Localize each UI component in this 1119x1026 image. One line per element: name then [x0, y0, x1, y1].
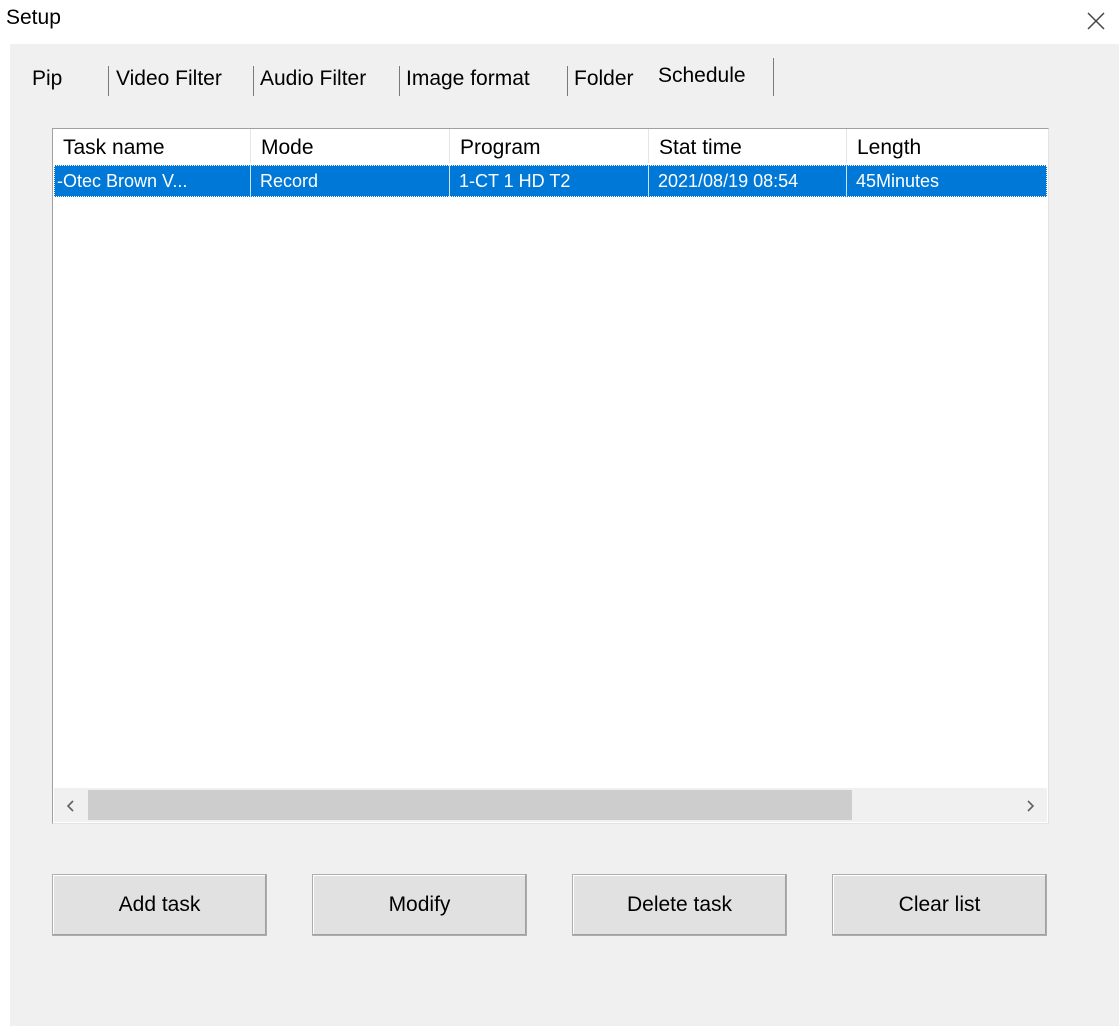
column-header-program[interactable]: Program: [450, 129, 649, 163]
delete-task-button[interactable]: Delete task: [572, 874, 787, 936]
scroll-right-button[interactable]: [1013, 788, 1047, 822]
cell-task-name: -Otec Brown V...: [54, 165, 251, 197]
list-header: Task name Mode Program Stat time Length: [53, 129, 1048, 163]
scrollbar-thumb[interactable]: [88, 790, 852, 820]
column-header-mode[interactable]: Mode: [251, 129, 450, 163]
tab-strip: Pip Video Filter Audio Filter Image form…: [10, 56, 1119, 102]
title-bar: Setup: [0, 0, 1119, 44]
chevron-left-icon: [66, 800, 74, 812]
column-header-start-time[interactable]: Stat time: [649, 129, 847, 163]
clear-list-button[interactable]: Clear list: [832, 874, 1047, 936]
close-button[interactable]: [1079, 4, 1113, 38]
tab-divider: [108, 66, 109, 96]
tab-schedule[interactable]: Schedule: [658, 56, 746, 102]
cell-mode: Record: [251, 165, 450, 197]
horizontal-scrollbar[interactable]: [54, 788, 1047, 822]
chevron-right-icon: [1027, 800, 1035, 812]
add-task-button[interactable]: Add task: [52, 874, 267, 936]
tab-divider: [567, 66, 568, 96]
dialog-client-area: Pip Video Filter Audio Filter Image form…: [10, 44, 1119, 1026]
modify-button[interactable]: Modify: [312, 874, 527, 936]
setup-window: Setup Pip Video Filter Audio Filter Imag…: [0, 0, 1119, 1026]
schedule-task-list[interactable]: Task name Mode Program Stat time Length …: [52, 128, 1049, 824]
tab-audio-filter[interactable]: Audio Filter: [260, 56, 366, 102]
tab-divider: [399, 66, 400, 96]
close-icon: [1087, 12, 1105, 30]
column-header-task-name[interactable]: Task name: [53, 129, 251, 163]
tab-divider: [773, 58, 774, 96]
tab-image-format[interactable]: Image format: [406, 56, 530, 102]
cell-length: 45Minutes: [856, 171, 940, 191]
cell-start-time: 2021/08/19 08:54: [649, 165, 847, 197]
table-row[interactable]: -Otec Brown V... Record 1-CT 1 HD T2 202…: [54, 165, 1047, 197]
tab-video-filter[interactable]: Video Filter: [116, 56, 222, 102]
tab-folder[interactable]: Folder: [574, 56, 634, 102]
tab-divider: [253, 66, 254, 96]
tab-pip[interactable]: Pip: [32, 56, 62, 102]
scroll-left-button[interactable]: [54, 788, 88, 822]
cell-program: 1-CT 1 HD T2: [450, 165, 649, 197]
column-header-length[interactable]: Length: [847, 129, 1048, 163]
window-title: Setup: [6, 6, 61, 29]
schedule-tab-panel: Task name Mode Program Stat time Length …: [10, 100, 1119, 1026]
